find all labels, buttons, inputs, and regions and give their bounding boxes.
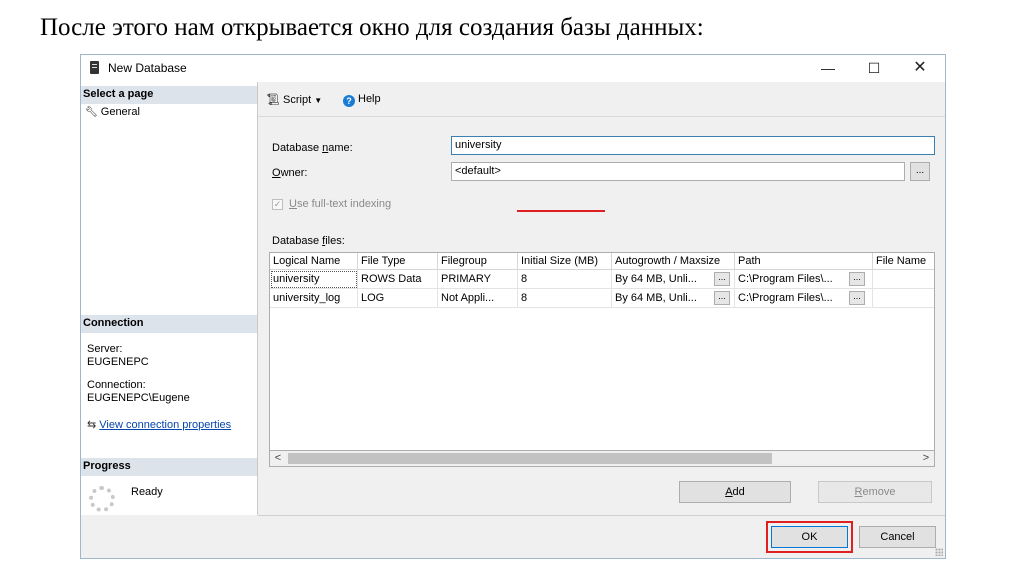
database-name-input[interactable]: university bbox=[451, 136, 935, 155]
table-cell[interactable]: By 64 MB, Unli... ... bbox=[612, 270, 735, 289]
script-label: Script bbox=[283, 94, 312, 106]
minimize-button[interactable]: — bbox=[805, 55, 851, 82]
progress-header: Progress bbox=[81, 458, 257, 476]
autogrowth-browse-button[interactable]: ... bbox=[714, 272, 730, 286]
connection-value: EUGENEPC\Eugene bbox=[87, 392, 190, 404]
table-cell[interactable]: ROWS Data bbox=[358, 270, 438, 289]
database-files-grid[interactable]: Logical Name File Type Filegroup Initial… bbox=[269, 252, 935, 467]
toolbar: 📜︎ Script ▼ ? Help bbox=[258, 82, 945, 117]
column-header[interactable]: Autogrowth / Maxsize bbox=[612, 253, 735, 270]
table-cell[interactable]: C:\Program Files\... ... bbox=[735, 289, 873, 308]
server-value: EUGENEPC bbox=[87, 356, 149, 368]
column-header[interactable]: File Type bbox=[358, 253, 438, 270]
table-cell[interactable]: LOG bbox=[358, 289, 438, 308]
column-header[interactable]: Filegroup bbox=[438, 253, 518, 270]
table-cell[interactable]: PRIMARY bbox=[438, 270, 518, 289]
path-browse-button[interactable]: ... bbox=[849, 272, 865, 286]
table-cell[interactable]: university_log bbox=[270, 289, 358, 308]
connection-label: Connection: bbox=[87, 379, 146, 391]
view-connection-properties-link[interactable]: View connection properties bbox=[99, 419, 231, 431]
owner-browse-button[interactable]: ... bbox=[910, 162, 930, 181]
owner-label: Owner: bbox=[272, 167, 308, 179]
table-cell-text: By 64 MB, Unli... bbox=[615, 273, 697, 285]
connection-header: Connection bbox=[81, 315, 257, 333]
scrollbar-thumb[interactable] bbox=[288, 453, 772, 464]
table-cell[interactable]: Not Appli... bbox=[438, 289, 518, 308]
progress-status: Ready bbox=[131, 486, 163, 498]
database-app-icon bbox=[90, 61, 99, 74]
table-cell[interactable] bbox=[873, 270, 934, 289]
maximize-button[interactable]: ☐ bbox=[851, 55, 897, 82]
new-database-dialog: New Database — ☐ ✕ Select a page 🔧︎ Gene… bbox=[80, 54, 946, 559]
table-cell-text: C:\Program Files\... bbox=[738, 273, 833, 285]
footer-separator bbox=[258, 515, 945, 516]
ok-button[interactable]: OK bbox=[771, 526, 848, 548]
fulltext-label: Use full-text indexing bbox=[289, 198, 392, 210]
table-cell[interactable]: By 64 MB, Unli... ... bbox=[612, 289, 735, 308]
progress-spinner-icon bbox=[89, 486, 115, 512]
column-header[interactable]: Logical Name bbox=[270, 253, 358, 270]
scroll-left-icon[interactable]: < bbox=[270, 451, 286, 466]
horizontal-scrollbar[interactable]: < > bbox=[269, 450, 935, 467]
title-bar: New Database — ☐ ✕ bbox=[81, 55, 945, 82]
add-button[interactable]: Add bbox=[679, 481, 791, 503]
connection-properties-icon: ⇆ bbox=[87, 419, 97, 431]
table-cell-text: By 64 MB, Unli... bbox=[615, 292, 697, 304]
cancel-button[interactable]: Cancel bbox=[859, 526, 936, 548]
server-label: Server: bbox=[87, 343, 123, 355]
script-icon: 📜︎ bbox=[266, 94, 280, 106]
database-files-label: Database files: bbox=[272, 235, 345, 247]
remove-button[interactable]: Remove bbox=[818, 481, 932, 503]
path-browse-button[interactable]: ... bbox=[849, 291, 865, 305]
table-cell[interactable]: university bbox=[270, 270, 358, 289]
column-header[interactable]: File Name bbox=[873, 253, 934, 270]
chevron-down-icon: ▼ bbox=[314, 96, 323, 105]
caption-text: После этого нам открывается окно для соз… bbox=[40, 14, 704, 41]
table-cell[interactable]: C:\Program Files\... ... bbox=[735, 270, 873, 289]
help-button[interactable]: ? Help bbox=[343, 93, 381, 107]
select-page-header: Select a page bbox=[81, 86, 257, 104]
table-cell[interactable]: 8 bbox=[518, 270, 612, 289]
script-button[interactable]: 📜︎ Script ▼ bbox=[266, 93, 322, 106]
fulltext-checkbox[interactable]: ✓ bbox=[272, 199, 283, 210]
scroll-right-icon[interactable]: > bbox=[918, 451, 934, 466]
resize-grip-icon[interactable] bbox=[935, 548, 943, 556]
page-item-label: General bbox=[100, 106, 140, 118]
table-cell[interactable] bbox=[873, 289, 934, 308]
autogrowth-browse-button[interactable]: ... bbox=[714, 291, 730, 305]
help-label: Help bbox=[358, 93, 381, 105]
wrench-icon: 🔧︎ bbox=[85, 107, 98, 118]
database-name-label: Database name: bbox=[272, 142, 353, 154]
column-header[interactable]: Initial Size (MB) bbox=[518, 253, 612, 270]
table-cell-text: C:\Program Files\... bbox=[738, 292, 833, 304]
help-icon: ? bbox=[343, 95, 355, 107]
page-item-general[interactable]: 🔧︎ General bbox=[85, 106, 140, 118]
column-header[interactable]: Path bbox=[735, 253, 873, 270]
close-button[interactable]: ✕ bbox=[897, 55, 943, 82]
left-pane: Select a page 🔧︎ General Connection Serv… bbox=[81, 82, 258, 515]
owner-input[interactable]: <default> bbox=[451, 162, 905, 181]
annotation-underline bbox=[517, 210, 605, 212]
view-connection-properties[interactable]: ⇆ View connection properties bbox=[87, 419, 231, 432]
window-title: New Database bbox=[108, 61, 187, 75]
table-cell[interactable]: 8 bbox=[518, 289, 612, 308]
